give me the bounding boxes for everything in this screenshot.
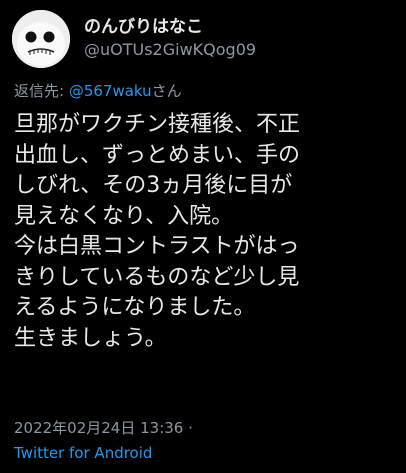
- tweet-line: 見えなくなり、入院。: [14, 203, 234, 229]
- display-name[interactable]: のんびりはなこ: [84, 12, 203, 37]
- tweet-line: 旦那がワクチン接種後、不正: [14, 112, 301, 137]
- tweet-line: きりしているものなど少し見: [14, 264, 300, 290]
- tweet-body: 旦那がワクチン接種後、不正 出血し、ずっとめまい、手の しびれ、その3ヵ月後に目…: [14, 110, 400, 354]
- tweet-line: えるようになりました。: [14, 295, 256, 320]
- reply-mention-link[interactable]: @567waku: [69, 82, 152, 100]
- reply-suffix: さん: [151, 82, 182, 100]
- tweet-timestamp[interactable]: 2022年02月24日 13:36 ·: [14, 417, 193, 438]
- ghost-face-avatar-icon: [12, 10, 70, 68]
- reply-prefix: 返信先:: [14, 82, 69, 100]
- reply-to-line: 返信先: @567wakuさん: [14, 80, 182, 101]
- tweet-line: しびれ、その3ヵ月後に目が: [14, 173, 293, 198]
- tweet-source-link[interactable]: Twitter for Android: [14, 444, 152, 462]
- tweet-line: 生きましょう。: [14, 325, 167, 351]
- tweet-card: のんびりはなこ @uOTUs2GiwKQog09 返信先: @567wakuさん…: [0, 0, 406, 473]
- tweet-line: 今は白黒コントラストがはっ: [14, 234, 300, 259]
- user-handle[interactable]: @uOTUs2GiwKQog09: [84, 40, 256, 59]
- tweet-line: 出血し、ずっとめまい、手の: [14, 142, 301, 168]
- user-avatar[interactable]: [12, 10, 70, 68]
